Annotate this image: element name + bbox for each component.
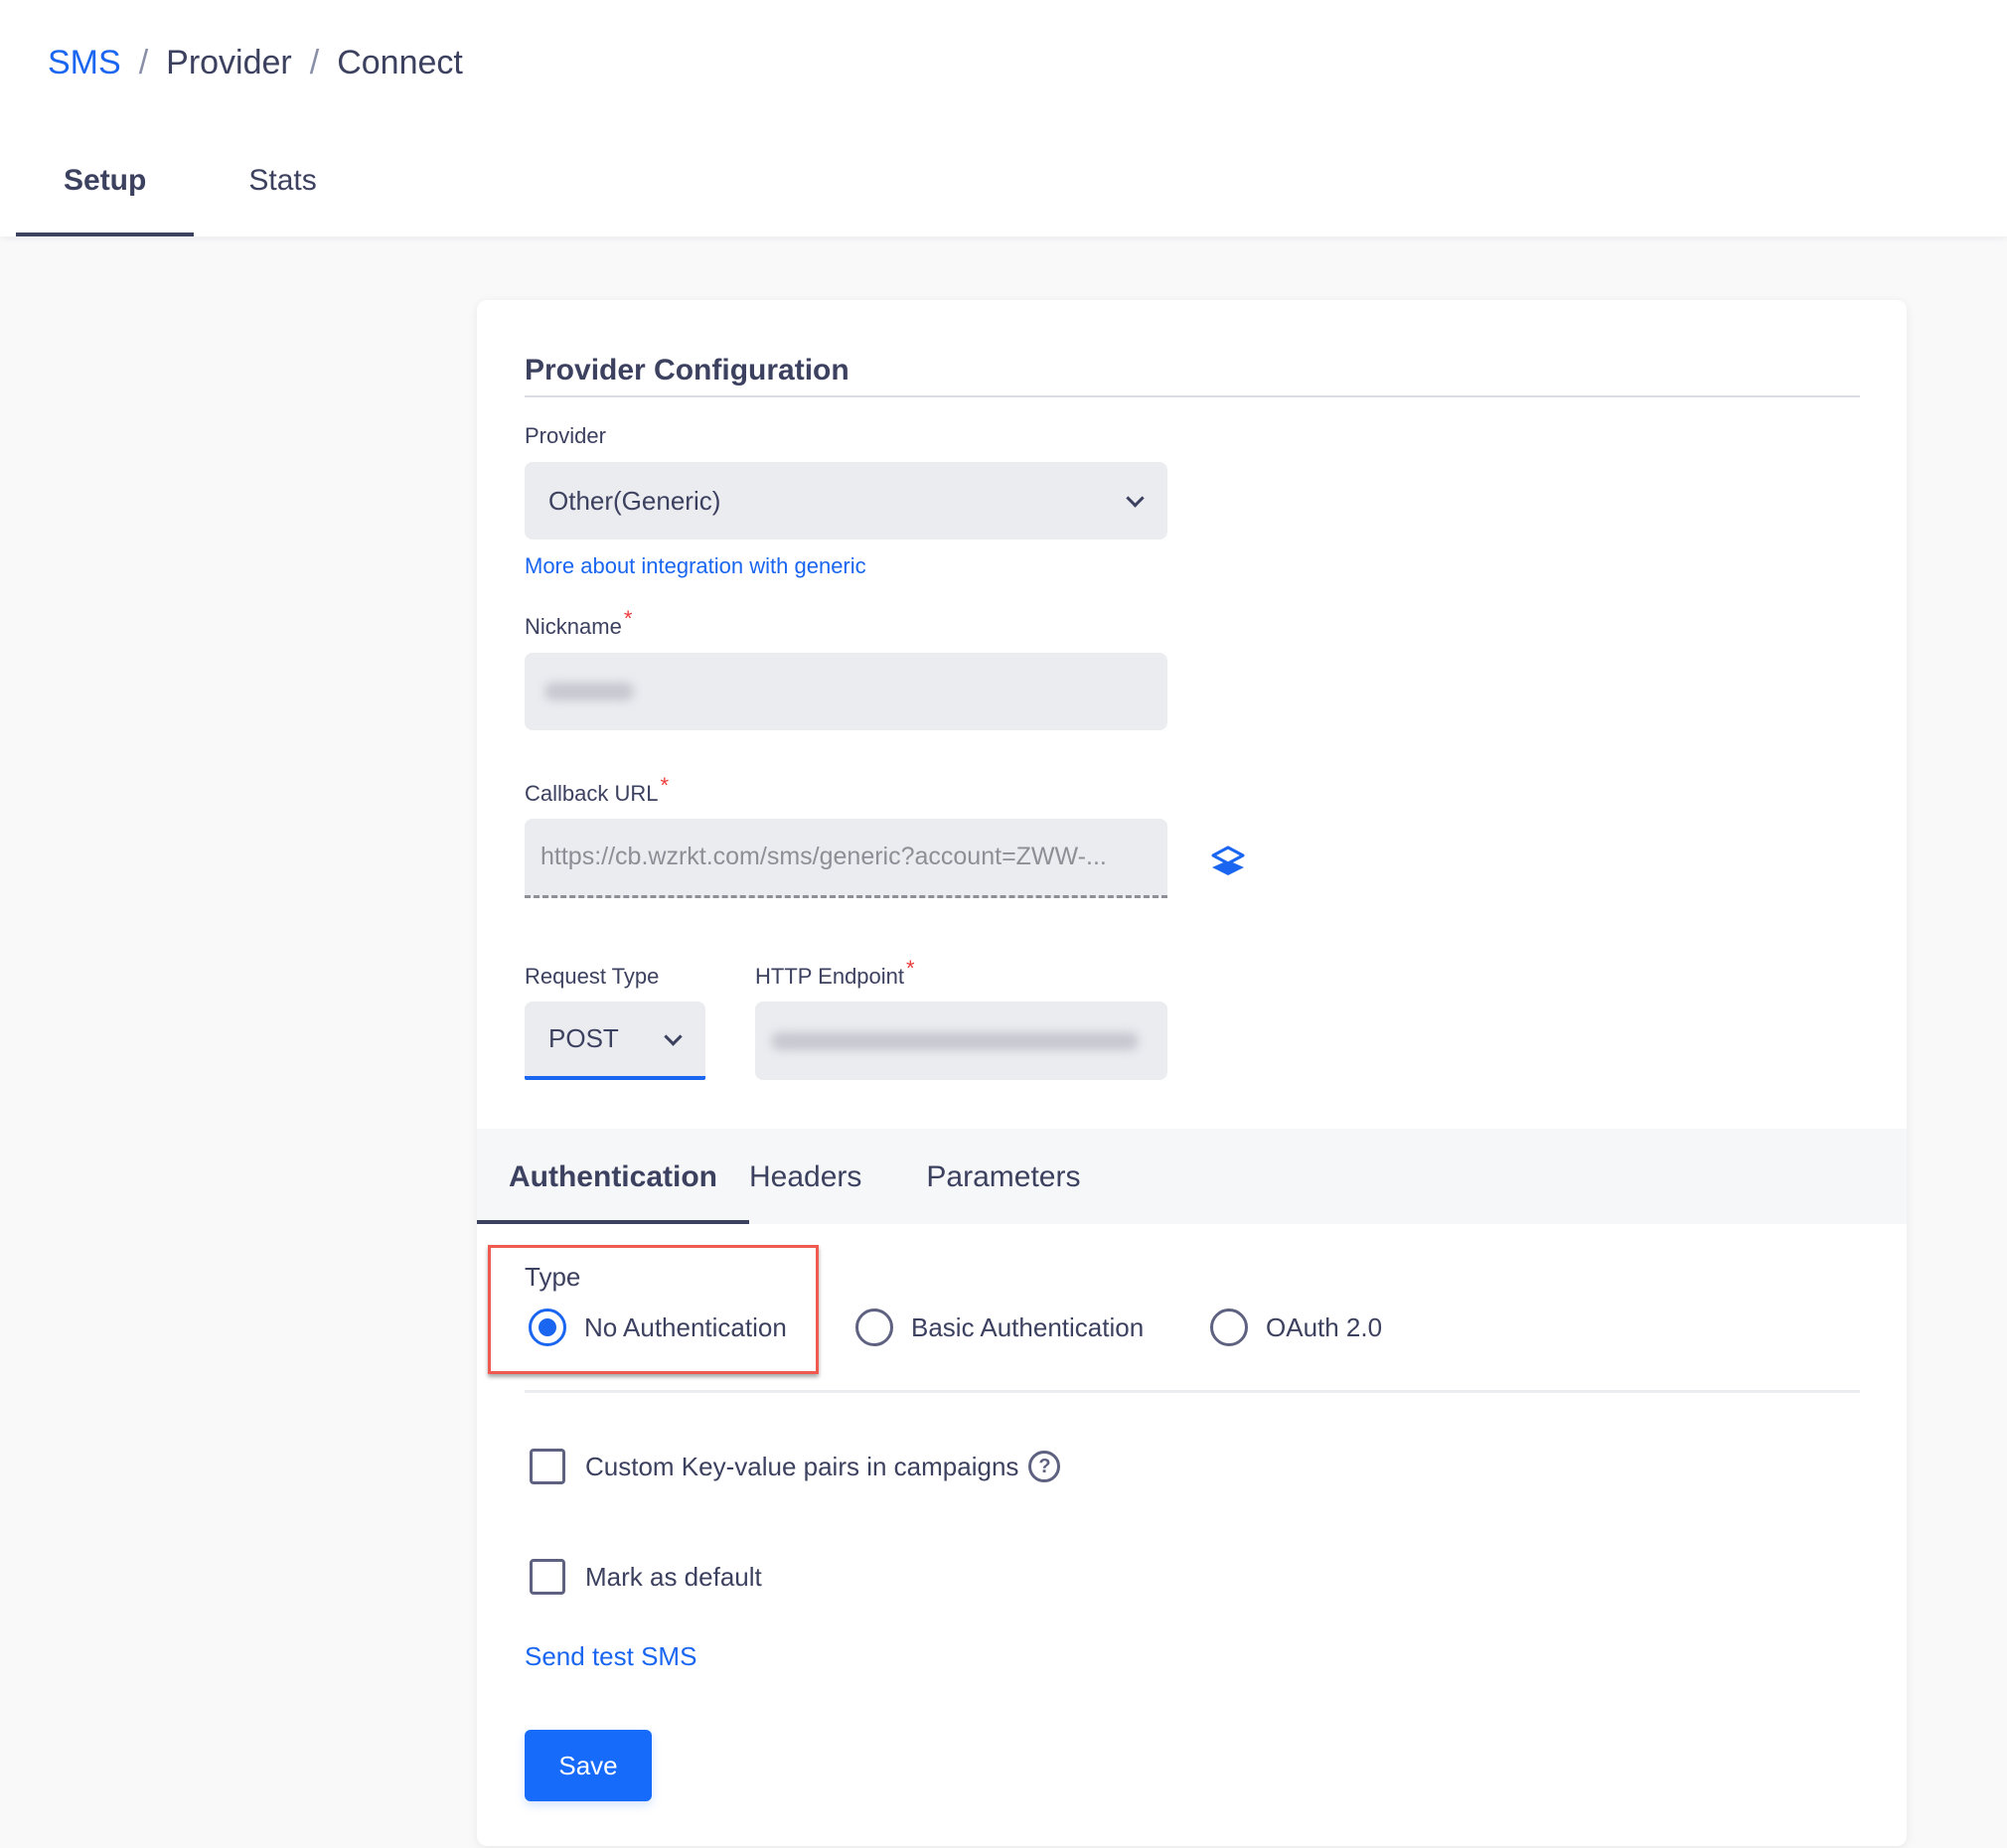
tab-stats[interactable]: Stats bbox=[194, 154, 364, 236]
radio-checked-icon bbox=[529, 1309, 566, 1346]
callback-url-value: https://cb.wzrkt.com/sms/generic?account… bbox=[540, 843, 1107, 870]
section-divider bbox=[525, 395, 1860, 397]
tab-parameters[interactable]: Parameters bbox=[926, 1129, 1080, 1224]
http-endpoint-label-text: HTTP Endpoint bbox=[755, 964, 905, 989]
required-mark: * bbox=[623, 606, 633, 631]
checkbox-custom-kv[interactable] bbox=[530, 1449, 565, 1484]
provider-config-card: Provider Configuration Provider Other(Ge… bbox=[477, 300, 1907, 1846]
tab-headers[interactable]: Headers bbox=[749, 1129, 926, 1224]
breadcrumb-sms[interactable]: SMS bbox=[48, 44, 121, 82]
checkbox-mark-default[interactable] bbox=[530, 1559, 565, 1595]
request-type-select[interactable]: POST bbox=[525, 1001, 705, 1080]
breadcrumb-separator: / bbox=[138, 44, 149, 81]
radio-oauth2[interactable]: OAuth 2.0 bbox=[1210, 1309, 1382, 1346]
mark-default-label: Mark as default bbox=[585, 1561, 762, 1592]
radio-label: OAuth 2.0 bbox=[1266, 1311, 1383, 1342]
page-header: SMS / Provider / Connect Setup Stats bbox=[0, 0, 2007, 236]
provider-select[interactable]: Other(Generic) bbox=[525, 462, 1167, 539]
chevron-down-icon bbox=[1126, 492, 1144, 510]
help-icon[interactable]: ? bbox=[1028, 1451, 1061, 1482]
provider-value: Other(Generic) bbox=[548, 485, 721, 516]
required-mark: * bbox=[906, 956, 915, 981]
radio-label: Basic Authentication bbox=[911, 1311, 1145, 1342]
provider-label: Provider bbox=[525, 423, 606, 448]
auth-divider bbox=[525, 1390, 1860, 1393]
breadcrumb: SMS / Provider / Connect bbox=[48, 44, 463, 82]
callback-url-field[interactable]: https://cb.wzrkt.com/sms/generic?account… bbox=[525, 819, 1167, 898]
callback-url-label: Callback URL* bbox=[525, 773, 669, 807]
http-endpoint-label: HTTP Endpoint* bbox=[755, 956, 915, 990]
save-button[interactable]: Save bbox=[525, 1730, 652, 1801]
radio-basic-authentication[interactable]: Basic Authentication bbox=[855, 1309, 1144, 1346]
nickname-redacted-value bbox=[544, 683, 634, 700]
send-test-sms-link[interactable]: Send test SMS bbox=[525, 1641, 696, 1672]
http-endpoint-redacted-value bbox=[771, 1031, 1139, 1050]
nickname-label: Nickname* bbox=[525, 606, 632, 640]
radio-label: No Authentication bbox=[584, 1311, 787, 1342]
mark-default-checkbox-row[interactable]: Mark as default bbox=[530, 1559, 762, 1595]
breadcrumb-connect: Connect bbox=[337, 44, 463, 81]
callback-url-label-text: Callback URL bbox=[525, 781, 659, 806]
chevron-down-icon bbox=[664, 1030, 682, 1048]
tab-setup[interactable]: Setup bbox=[16, 154, 195, 236]
http-endpoint-input[interactable] bbox=[755, 1001, 1167, 1080]
request-type-value: POST bbox=[548, 1023, 619, 1053]
tab-authentication[interactable]: Authentication bbox=[477, 1129, 749, 1224]
breadcrumb-separator: / bbox=[309, 44, 320, 81]
custom-kv-checkbox-row[interactable]: Custom Key-value pairs in campaigns ? bbox=[530, 1449, 1061, 1484]
nickname-input[interactable] bbox=[525, 653, 1167, 730]
config-tabs: Authentication Headers Parameters bbox=[477, 1129, 1907, 1224]
integration-link[interactable]: More about integration with generic bbox=[525, 553, 866, 579]
radio-unchecked-icon bbox=[855, 1309, 893, 1346]
page-tabs: Setup Stats bbox=[16, 154, 365, 236]
radio-no-authentication[interactable]: No Authentication bbox=[529, 1309, 787, 1346]
auth-type-label: Type bbox=[525, 1262, 581, 1292]
copy-icon[interactable] bbox=[1210, 845, 1246, 878]
request-type-label: Request Type bbox=[525, 964, 660, 989]
breadcrumb-provider[interactable]: Provider bbox=[166, 44, 292, 82]
radio-unchecked-icon bbox=[1210, 1309, 1248, 1346]
section-title: Provider Configuration bbox=[525, 354, 849, 386]
required-mark: * bbox=[660, 773, 670, 798]
custom-kv-label: Custom Key-value pairs in campaigns bbox=[585, 1451, 1019, 1481]
nickname-label-text: Nickname bbox=[525, 614, 622, 639]
